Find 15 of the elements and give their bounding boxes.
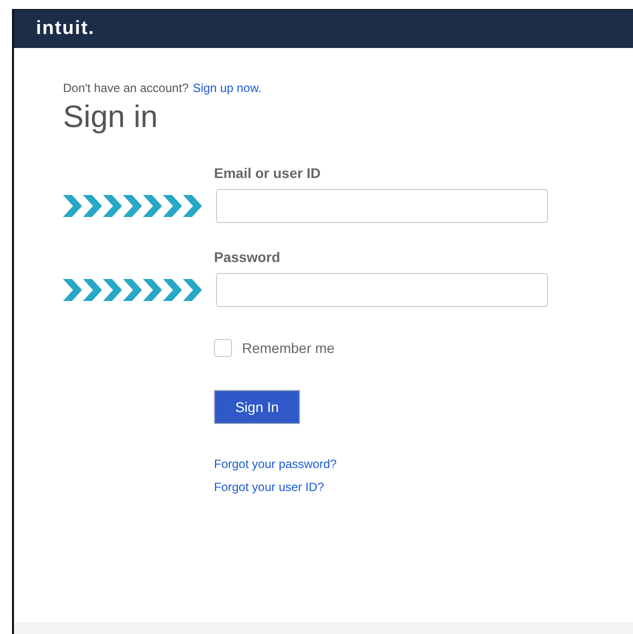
signup-prompt: Don't have an account?: [63, 81, 189, 95]
input-field[interactable]: [216, 189, 548, 223]
forgot-link[interactable]: Forgot your password?: [214, 457, 337, 471]
logo: intuit.: [36, 18, 95, 40]
input-field[interactable]: [216, 273, 548, 307]
signup-link[interactable]: Sign up now.: [192, 81, 262, 95]
sign-in-button[interactable]: Sign In: [214, 390, 300, 424]
field-label: Password: [214, 249, 282, 265]
field-label: Email or user ID: [214, 165, 322, 181]
chevron-arrows-icon: [63, 195, 203, 217]
forgot-link[interactable]: Forgot your user ID?: [214, 480, 324, 494]
checkbox-label: Remember me: [242, 340, 335, 356]
checkbox[interactable]: [214, 339, 232, 357]
chevron-arrows-icon: [63, 279, 203, 301]
page-title: Sign in: [63, 99, 159, 135]
